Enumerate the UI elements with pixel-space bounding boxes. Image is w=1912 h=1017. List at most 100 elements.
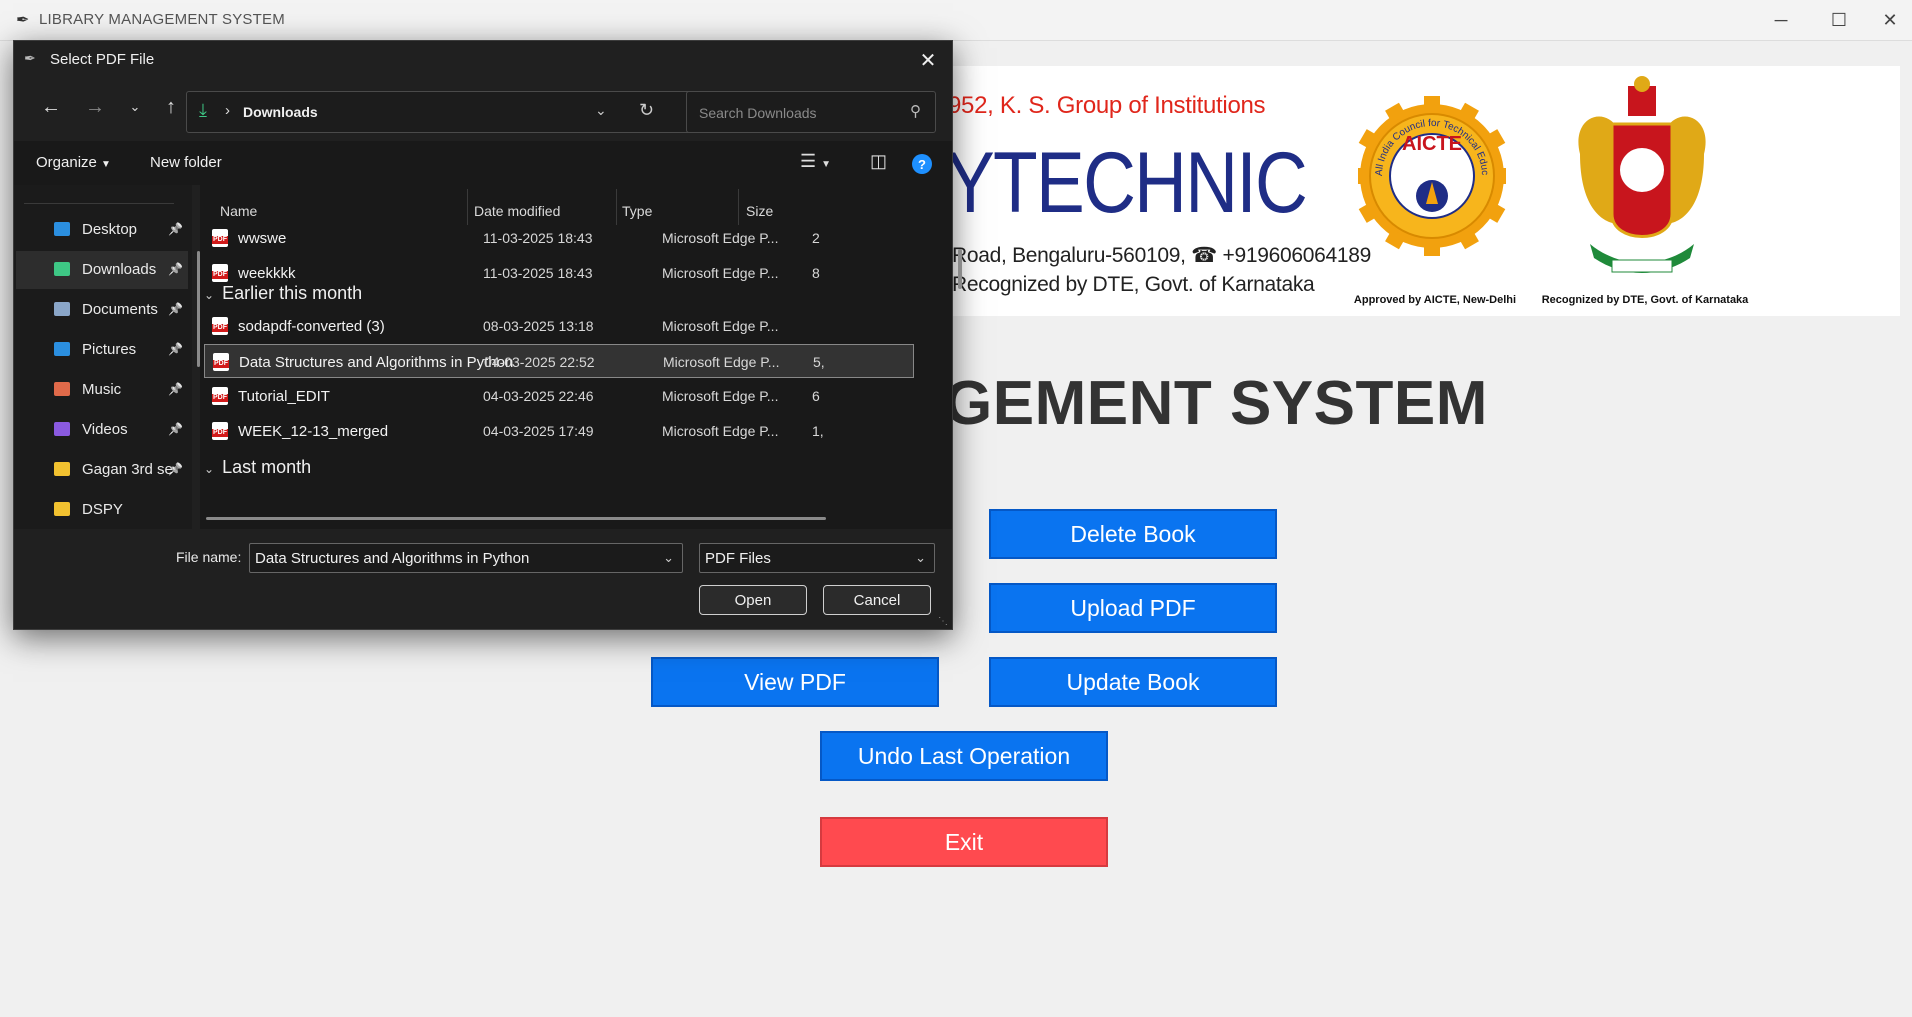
address-location[interactable]: Downloads bbox=[243, 104, 318, 120]
sidebar-item-label: Gagan 3rd se bbox=[82, 461, 173, 478]
sidebar-item-gagan-3rd-se[interactable]: Gagan 3rd se 📌 bbox=[16, 451, 188, 489]
group-header-last-month[interactable]: ⌄ Last month bbox=[204, 457, 311, 478]
pdf-file-icon bbox=[212, 317, 228, 335]
file-row[interactable]: WEEK_12-13_merged 04-03-2025 17:49 Microso… bbox=[204, 414, 914, 448]
search-icon[interactable]: ⚲ bbox=[910, 102, 921, 120]
sidebar-item-desktop[interactable]: Desktop 📌 bbox=[16, 211, 188, 249]
forward-arrow-icon[interactable]: → bbox=[78, 91, 112, 123]
up-arrow-icon[interactable]: ↑ bbox=[154, 91, 188, 123]
pin-icon[interactable]: 📌 bbox=[168, 262, 183, 276]
file-type: Microsoft Edge P... bbox=[662, 388, 779, 404]
file-row[interactable]: Tutorial_EDIT 04-03-2025 22:46 Microsoft E… bbox=[204, 379, 914, 413]
app-title: LIBRARY MANAGEMENT SYSTEM bbox=[39, 11, 285, 28]
banner-college-name: YTECHNIC bbox=[946, 135, 1308, 231]
file-date-modified: 04-03-2025 22:46 bbox=[483, 388, 594, 404]
group-header-earlier-this-month[interactable]: ⌄ Earlier this month bbox=[204, 283, 362, 304]
cancel-button[interactable]: Cancel bbox=[823, 585, 931, 615]
file-name: wwswe bbox=[238, 230, 287, 247]
undo-last-operation-button[interactable]: Undo Last Operation bbox=[820, 731, 1108, 781]
file-size: 6 bbox=[812, 388, 820, 404]
back-arrow-icon[interactable]: ← bbox=[34, 91, 68, 123]
command-bar: Organize ▼ New folder ☰ ▼ ◫ ? bbox=[14, 141, 952, 185]
file-type: Microsoft Edge P... bbox=[662, 230, 779, 246]
file-row[interactable]: wwswe 11-03-2025 18:43 Microsoft Edge P...… bbox=[204, 221, 914, 255]
pdf-file-icon bbox=[212, 264, 228, 282]
file-type-dropdown-icon[interactable]: ⌄ bbox=[915, 550, 926, 566]
feather-icon: ✒ bbox=[24, 50, 36, 66]
app-heading: GEMENT SYSTEM bbox=[944, 369, 1488, 438]
collapse-chevron-icon: ⌄ bbox=[204, 462, 215, 476]
update-book-button[interactable]: Update Book bbox=[989, 657, 1277, 707]
file-row[interactable]: Data Structures and Algorithms in Python… bbox=[204, 344, 914, 378]
delete-book-button[interactable]: Delete Book bbox=[989, 509, 1277, 559]
sidebar-item-videos[interactable]: Videos 📌 bbox=[16, 411, 188, 449]
sidebar-item-pictures[interactable]: Pictures 📌 bbox=[16, 331, 188, 369]
preview-pane-icon[interactable]: ◫ bbox=[870, 151, 887, 172]
sidebar-item-label: Music bbox=[82, 381, 122, 398]
view-options-icon[interactable]: ☰ ▼ bbox=[800, 151, 831, 172]
dialog-title: Select PDF File bbox=[50, 51, 155, 68]
pin-icon[interactable]: 📌 bbox=[168, 422, 183, 436]
sidebar-item-label: DSPY bbox=[82, 501, 123, 518]
file-size: 2 bbox=[812, 230, 820, 246]
aicte-logo-text: AICTE bbox=[1402, 133, 1462, 155]
column-separator[interactable] bbox=[738, 189, 739, 225]
sidebar-item-downloads[interactable]: Downloads 📌 bbox=[16, 251, 188, 289]
minimize-button[interactable]: ─ bbox=[1752, 0, 1810, 40]
collapse-chevron-icon: ⌄ bbox=[204, 288, 215, 302]
maximize-button[interactable]: ☐ bbox=[1810, 0, 1868, 40]
pdf-file-icon bbox=[212, 422, 228, 440]
pictures-icon bbox=[54, 342, 70, 356]
file-name-dropdown-icon[interactable]: ⌄ bbox=[663, 550, 674, 566]
close-button[interactable]: ✕ bbox=[1868, 0, 1912, 40]
new-folder-button[interactable]: New folder bbox=[150, 154, 222, 171]
file-date-modified: 08-03-2025 13:18 bbox=[483, 318, 594, 334]
file-name: weekkkk bbox=[238, 265, 296, 282]
file-name-input[interactable]: Data Structures and Algorithms in Python… bbox=[249, 543, 683, 573]
dialog-titlebar: ✒ Select PDF File ✕ bbox=[14, 41, 952, 79]
file-name-label: File name: bbox=[176, 549, 242, 565]
file-list-scrollbar[interactable] bbox=[958, 249, 962, 289]
pin-icon[interactable]: 📌 bbox=[168, 302, 183, 316]
column-separator[interactable] bbox=[616, 189, 617, 225]
sidebar-item-label: Desktop bbox=[82, 221, 138, 238]
search-placeholder: Search Downloads bbox=[699, 105, 817, 121]
file-date-modified: 04-03-2025 17:49 bbox=[483, 423, 594, 439]
pin-icon[interactable]: 📌 bbox=[168, 222, 183, 236]
address-dropdown-icon[interactable]: ⌄ bbox=[595, 102, 607, 119]
file-type: Microsoft Edge P... bbox=[662, 423, 779, 439]
resize-grip-icon[interactable]: ⋱ bbox=[938, 616, 948, 627]
file-name: sodapdf-converted (3) bbox=[238, 318, 385, 335]
desktop-icon bbox=[54, 222, 70, 236]
sidebar-item-music[interactable]: Music 📌 bbox=[16, 371, 188, 409]
select-pdf-dialog: ✒ Select PDF File ✕ ← → ⌄ ↑ ⤓ › Download… bbox=[13, 40, 962, 630]
sidebar-item-dspy[interactable]: DSPY bbox=[16, 491, 188, 529]
file-row[interactable]: sodapdf-converted (3) 08-03-2025 13:18 Mic… bbox=[204, 309, 914, 343]
refresh-icon[interactable]: ↻ bbox=[639, 100, 654, 121]
view-pdf-button[interactable]: View PDF bbox=[651, 657, 939, 707]
file-type: Microsoft Edge P... bbox=[663, 354, 780, 370]
organize-menu[interactable]: Organize ▼ bbox=[36, 154, 111, 171]
file-type-select[interactable]: PDF Files ⌄ bbox=[699, 543, 935, 573]
pin-icon[interactable]: 📌 bbox=[168, 462, 183, 476]
exit-button[interactable]: Exit bbox=[820, 817, 1108, 867]
file-date-modified: 04-03-2025 22:52 bbox=[484, 354, 595, 370]
pdf-file-icon bbox=[212, 229, 228, 247]
pin-icon[interactable]: 📌 bbox=[168, 342, 183, 356]
upload-pdf-button[interactable]: Upload PDF bbox=[989, 583, 1277, 633]
address-bar[interactable]: ⤓ › Downloads ⌄ ↻ bbox=[186, 91, 712, 133]
feather-icon: ✒ bbox=[16, 12, 30, 29]
banner-recognition-line: Recognized by DTE, Govt. of Karnataka bbox=[952, 273, 1315, 296]
dialog-close-button[interactable]: ✕ bbox=[908, 41, 948, 79]
pin-icon[interactable]: 📌 bbox=[168, 382, 183, 396]
column-separator[interactable] bbox=[467, 189, 468, 225]
search-field[interactable]: Search Downloads ⚲ bbox=[686, 91, 936, 133]
recent-locations-chevron-icon[interactable]: ⌄ bbox=[118, 91, 152, 123]
sidebar-item-documents[interactable]: Documents 📌 bbox=[16, 291, 188, 329]
file-date-modified: 11-03-2025 18:43 bbox=[483, 230, 593, 246]
horizontal-scrollbar[interactable] bbox=[206, 517, 826, 520]
file-name: Data Structures and Algorithms in Python bbox=[239, 354, 514, 371]
download-icon: ⤓ bbox=[199, 100, 207, 120]
open-button[interactable]: Open bbox=[699, 585, 807, 615]
help-icon[interactable]: ? bbox=[912, 154, 932, 174]
